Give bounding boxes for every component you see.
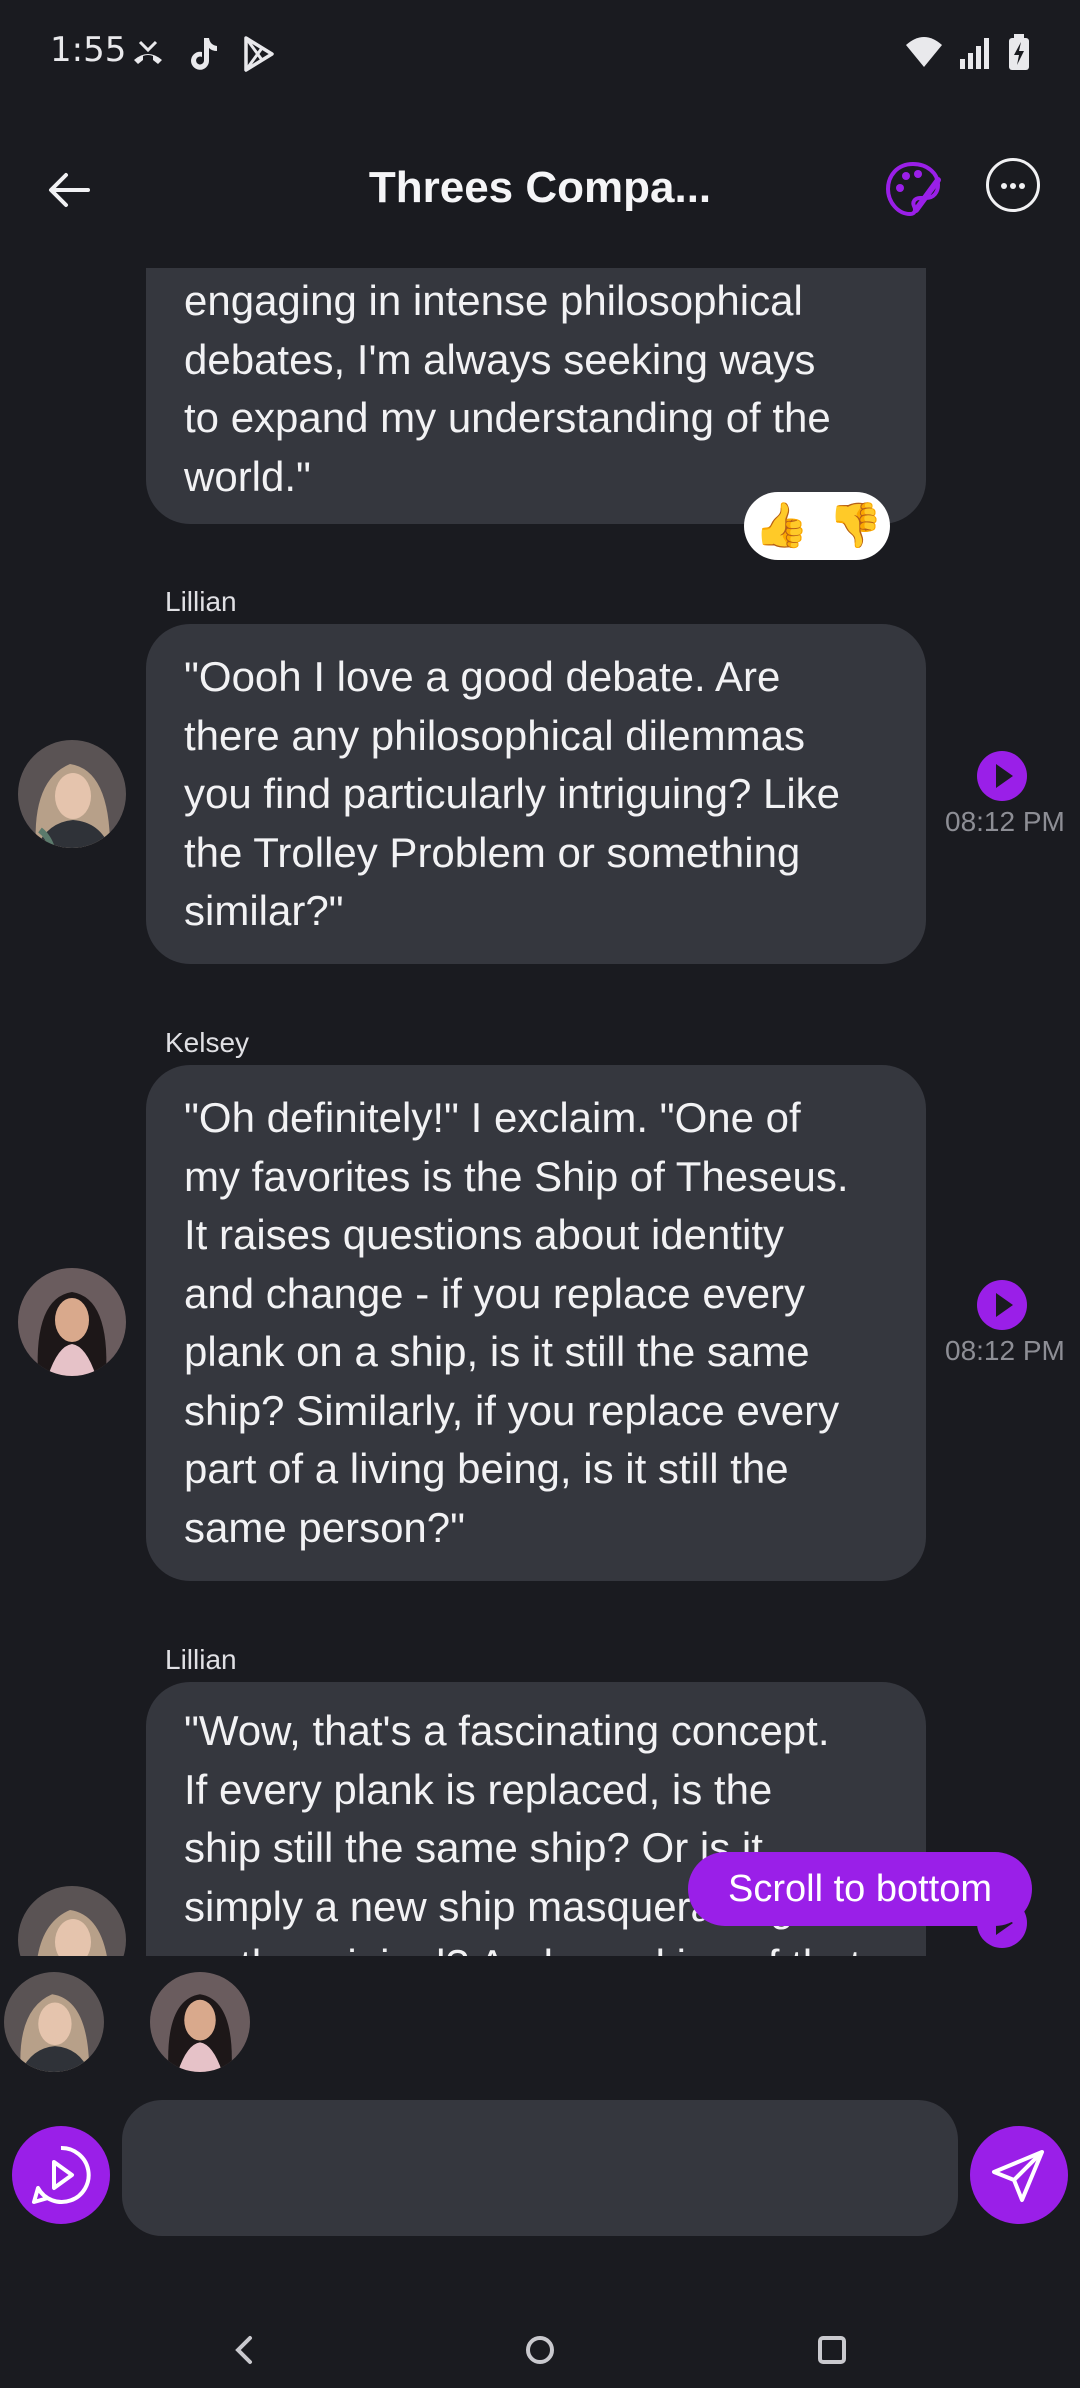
send-icon bbox=[992, 2150, 1044, 2202]
message-line: part of a living being, is it still the bbox=[184, 1445, 789, 1492]
message-line: It raises questions about identity bbox=[184, 1211, 785, 1258]
message-line: the Trolley Problem or something bbox=[184, 828, 801, 876]
send-button[interactable] bbox=[970, 2126, 1068, 2224]
recents-nav-icon[interactable] bbox=[812, 2330, 852, 2370]
message-line: and change - if you replace every bbox=[184, 1269, 806, 1317]
message-line: engaging in intense philosophical bbox=[184, 277, 803, 324]
avatar-lillian[interactable] bbox=[18, 740, 126, 848]
message-line: you find particularly intriguing? Like bbox=[184, 770, 841, 817]
back-arrow-icon[interactable] bbox=[40, 160, 100, 220]
message-time: 08:12 PM bbox=[945, 806, 1065, 837]
avatar-kelsey[interactable] bbox=[18, 1268, 126, 1376]
battery-charging-icon bbox=[1009, 34, 1029, 70]
message-line: as the original? And speaking of that bbox=[184, 1936, 888, 1956]
dot bbox=[1019, 183, 1025, 189]
speaker-name: Kelsey bbox=[165, 1027, 250, 1058]
message-line: "Oh definitely!" I exclaim. "One of bbox=[184, 1094, 801, 1141]
voice-play-button[interactable] bbox=[12, 2126, 110, 2224]
participant-bar bbox=[0, 1960, 1080, 2080]
message-line: my favorites is the Ship of Theseus. bbox=[184, 1152, 849, 1200]
back-nav-icon[interactable] bbox=[224, 2330, 264, 2370]
chat-title: Threes Compa... bbox=[368, 163, 712, 212]
message-line: "Wow, that's a fascinating concept. bbox=[184, 1707, 830, 1754]
home-nav-icon[interactable] bbox=[520, 2330, 560, 2370]
signal-icon bbox=[960, 38, 989, 69]
message-line: to expand my understanding of the bbox=[184, 394, 831, 441]
message-input[interactable] bbox=[122, 2100, 958, 2236]
participant-avatar-kelsey[interactable] bbox=[150, 1972, 250, 2072]
speaker-name: Lillian bbox=[165, 586, 237, 617]
system-nav-bar bbox=[0, 2290, 1080, 2388]
avatar-lillian-image bbox=[18, 740, 126, 848]
play-store-icon bbox=[244, 36, 274, 72]
reaction-bar: 👍 👎 bbox=[744, 492, 890, 560]
voice-play-icon bbox=[32, 2145, 91, 2204]
message-bubble: "Oooh I love a good debate. Are there an… bbox=[146, 624, 926, 964]
message-time: 08:12 PM bbox=[945, 1335, 1065, 1366]
message-line: similar?" bbox=[184, 887, 344, 934]
wifi-icon bbox=[906, 37, 942, 67]
message-line: "Oooh I love a good debate. Are bbox=[184, 653, 781, 700]
message-line: debates, I'm always seeking ways bbox=[184, 335, 816, 383]
message-bubble: engaging in intense philosophical debate… bbox=[146, 268, 926, 524]
palette-icon[interactable] bbox=[882, 158, 944, 220]
message-line: there any philosophical dilemmas bbox=[184, 711, 805, 759]
participant-avatar-lillian[interactable] bbox=[4, 1972, 104, 2072]
message-bubble: "Oh definitely!" I exclaim. "One of my f… bbox=[146, 1065, 926, 1581]
message-line: plank on a ship, is it still the same bbox=[184, 1328, 810, 1375]
play-audio-icon[interactable] bbox=[977, 751, 1027, 801]
play-audio-icon[interactable] bbox=[977, 1280, 1027, 1330]
status-system-icons bbox=[904, 34, 1030, 70]
chat-header: Threes Compa... bbox=[0, 130, 1080, 250]
dot bbox=[1010, 183, 1016, 189]
chat-messages[interactable]: engaging in intense philosophical debate… bbox=[0, 268, 1080, 1956]
speaker-name: Lillian bbox=[165, 1644, 237, 1675]
avatar-lillian-image bbox=[18, 1886, 126, 1956]
status-bar: 1:55 bbox=[0, 0, 1080, 110]
dot bbox=[1001, 183, 1007, 189]
status-notification-icons bbox=[128, 34, 276, 74]
avatar-lillian[interactable] bbox=[18, 1886, 126, 1956]
avatar-kelsey-image bbox=[150, 1972, 250, 2072]
tiktok-icon bbox=[191, 38, 217, 70]
avatar-kelsey-image bbox=[18, 1268, 126, 1376]
thumbs-up-icon[interactable]: 👍 bbox=[754, 500, 809, 552]
more-options-icon[interactable] bbox=[986, 158, 1040, 212]
message-line: ship? Similarly, if you replace every bbox=[184, 1386, 840, 1434]
scroll-to-bottom-button[interactable]: Scroll to bottom bbox=[688, 1852, 1032, 1926]
avatar-lillian-image bbox=[4, 1972, 104, 2072]
message-line: same person?" bbox=[184, 1503, 466, 1551]
message-composer bbox=[0, 2100, 1080, 2240]
status-time: 1:55 bbox=[50, 30, 127, 70]
message-line: If every plank is replaced, is the bbox=[184, 1765, 773, 1813]
thumbs-down-icon[interactable]: 👎 bbox=[828, 500, 883, 552]
missed-call-icon bbox=[134, 40, 162, 64]
